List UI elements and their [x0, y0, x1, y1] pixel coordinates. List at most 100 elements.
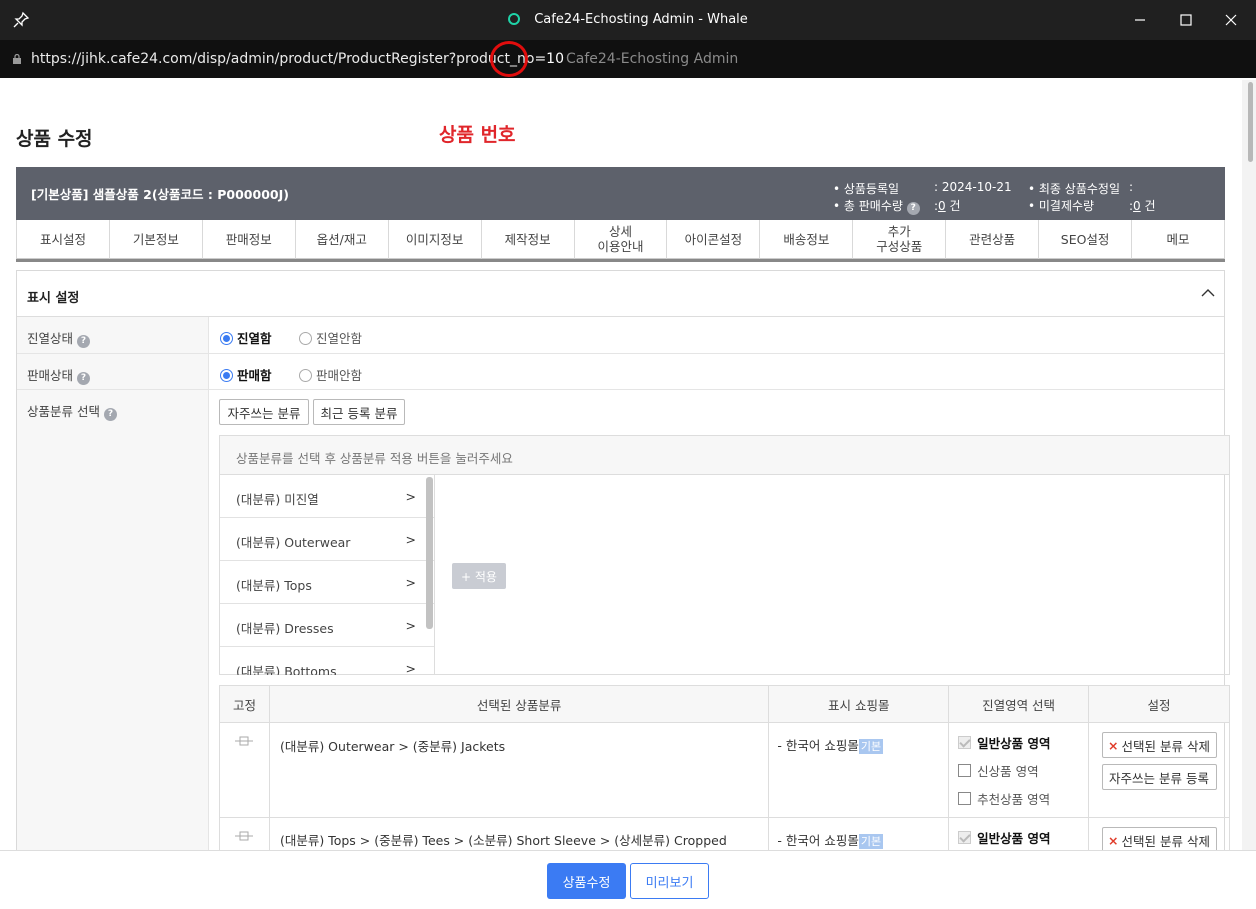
category-item[interactable]: (대분류) Dresses > — [220, 604, 434, 647]
column-header: 선택된 상품분류 — [268, 685, 770, 723]
tab-display[interactable]: 표시설정 — [16, 220, 110, 259]
radio-sale-on[interactable]: 판매함 — [220, 365, 272, 384]
chevron-up-icon[interactable] — [1200, 285, 1216, 301]
tab-options-stock[interactable]: 옵션/재고 — [295, 220, 389, 259]
reg-date-label: • 상품등록일 — [833, 182, 900, 196]
area-checkbox[interactable]: 일반상품 영역 — [958, 823, 1079, 850]
help-icon[interactable]: ? — [103, 408, 117, 421]
section-title: 표시 설정 — [27, 291, 80, 306]
tab-production-info[interactable]: 제작정보 — [481, 220, 575, 259]
window-title: Cafe24-Echosting Admin - Whale — [0, 12, 1256, 27]
radio-sale-off[interactable]: 판매안함 — [299, 365, 362, 384]
tab-image-info[interactable]: 이미지정보 — [388, 220, 482, 259]
chevron-right-icon: > — [405, 618, 416, 633]
tab-seo[interactable]: SEO설정 — [1039, 220, 1133, 259]
area-checkbox[interactable]: 추천상품 영역 — [958, 784, 1079, 812]
page-title: 상품 수정 — [16, 128, 93, 150]
url-text[interactable]: https://jihk.cafe24.com/disp/admin/produ… — [31, 51, 738, 67]
tab-memo[interactable]: 메모 — [1132, 220, 1225, 259]
radio-display-on[interactable]: 진열함 — [220, 328, 272, 347]
area-checkbox[interactable]: 일반상품 영역 — [958, 728, 1079, 756]
table-row: (대분류) Tops > (중분류) Tees > (소분류) Short Sl… — [219, 817, 1230, 850]
column-header: 진열영역 선택 — [948, 685, 1089, 723]
last-modified-value: : — [1129, 180, 1134, 194]
category-scrollbar[interactable] — [426, 477, 433, 629]
chevron-right-icon: > — [405, 532, 416, 547]
admin-page: 상품 수정 상품 번호 [기본상품] 샘플상품 2(상품코드 : P000000… — [0, 80, 1242, 850]
minimize-icon[interactable] — [1128, 8, 1152, 32]
unpaid-label: • 미결제수량 — [1028, 199, 1095, 213]
close-icon[interactable] — [1219, 8, 1243, 32]
category-item[interactable]: (대분류) Outerwear > — [220, 518, 434, 561]
apply-category-button[interactable]: + 적용 — [452, 563, 506, 589]
category-list: (대분류) 미진열 > (대분류) Outerwear > (대분류) Tops > … — [220, 475, 435, 675]
display-mall: - 한국어 쇼핑몰 기본 — [768, 722, 950, 818]
display-status-row: 진열상태 ? 진열함 진열안함 — [17, 317, 1224, 354]
tab-detail-guide[interactable]: 상세 이용안내 — [574, 220, 668, 259]
column-header: 표시 쇼핑몰 — [768, 685, 950, 723]
table-header-row: 고정 선택된 상품분류 표시 쇼핑몰 진열영역 선택 설정 — [219, 685, 1230, 723]
browser-window: Cafe24-Echosting Admin - Whale https://j… — [0, 0, 1256, 909]
chevron-right-icon: > — [405, 661, 416, 675]
tab-sales-info[interactable]: 판매정보 — [202, 220, 296, 259]
close-icon: × — [1108, 737, 1119, 753]
section-header[interactable]: 표시 설정 — [17, 271, 1224, 317]
tab-icon-settings[interactable]: 아이콘설정 — [667, 220, 761, 259]
help-icon[interactable]: ? — [906, 202, 920, 215]
last-modified-label: • 최종 상품수정일 — [1028, 182, 1120, 196]
lock-icon — [13, 54, 21, 64]
tab-shipping-info[interactable]: 배송정보 — [760, 220, 854, 259]
total-sales-value[interactable]: :0 건 — [934, 197, 961, 214]
unpaid-value[interactable]: :0 건 — [1129, 197, 1156, 214]
maximize-icon[interactable] — [1174, 8, 1198, 32]
table-row: (대분류) Outerwear > (중분류) Jackets - 한국어 쇼핑… — [219, 722, 1230, 818]
title-bar: Cafe24-Echosting Admin - Whale — [0, 0, 1256, 40]
sale-status-row: 판매상태 ? 판매함 판매안함 — [17, 354, 1224, 390]
help-icon[interactable]: ? — [77, 372, 90, 385]
delete-category-button[interactable]: × 선택된 분류 삭제 — [1101, 732, 1217, 758]
total-sales-label: • 총 판매수량 ? — [833, 197, 920, 215]
reg-date-value: : 2024-10-21 — [934, 180, 1012, 194]
selected-category-table: 고정 선택된 상품분류 표시 쇼핑몰 진열영역 선택 설정 (대분류) Oute… — [219, 685, 1230, 850]
column-header: 고정 — [219, 685, 270, 723]
sale-status-label: 판매상태 ? — [17, 354, 209, 389]
product-summary-bar: [기본상품] 샘플상품 2(상품코드 : P000000J) • 상품등록일 :… — [16, 167, 1225, 220]
register-frequent-button[interactable]: 자주쓰는 분류 등록 — [1101, 764, 1217, 790]
delete-category-button[interactable]: × 선택된 분류 삭제 — [1101, 827, 1217, 850]
action-footer: 상품수정 미리보기 — [0, 850, 1256, 909]
chevron-right-icon: > — [405, 575, 416, 590]
tab-additional-products[interactable]: 추가 구성상품 — [853, 220, 947, 259]
category-item[interactable]: (대분류) Tops > — [220, 561, 434, 604]
display-mall: - 한국어 쇼핑몰 기본 — [768, 817, 950, 850]
chevron-right-icon: > — [405, 489, 416, 504]
default-badge: 기본 — [858, 739, 884, 754]
section-tabs: 표시설정 기본정보 판매정보 옵션/재고 이미지정보 제작정보 상세 이용안내 아… — [16, 220, 1225, 262]
area-checkbox[interactable]: 신상품 영역 — [958, 756, 1079, 784]
url-product-param: =10 — [534, 51, 564, 67]
pin-icon[interactable] — [234, 735, 254, 747]
radio-display-off[interactable]: 진열안함 — [299, 328, 362, 347]
pin-icon[interactable] — [234, 830, 254, 842]
page-scrollbar[interactable] — [1242, 80, 1256, 850]
product-name: [기본상품] 샘플상품 2(상품코드 : P000000J) — [31, 187, 289, 202]
help-icon[interactable]: ? — [77, 335, 90, 348]
category-picker: 상품분류를 선택 후 상품분류 적용 버튼을 눌러주세요 (대분류) 미진열 > … — [219, 435, 1230, 675]
frequent-category-button[interactable]: 자주쓰는 분류 — [219, 399, 309, 425]
address-bar[interactable]: https://jihk.cafe24.com/disp/admin/produ… — [0, 40, 1256, 78]
category-hint: 상품분류를 선택 후 상품분류 적용 버튼을 눌러주세요 — [220, 436, 1229, 475]
annotation-label: 상품 번호 — [439, 124, 516, 146]
category-label: 상품분류 선택 ? — [17, 390, 209, 850]
display-status-label: 진열상태 ? — [17, 317, 209, 353]
category-item[interactable]: (대분류) 미진열 > — [220, 475, 434, 518]
category-path: (대분류) Outerwear > (중분류) Jackets — [268, 722, 770, 818]
recent-category-button[interactable]: 최근 등록 분류 — [313, 399, 405, 425]
tab-related-products[interactable]: 관련상품 — [946, 220, 1040, 259]
display-settings-section: 표시 설정 진열상태 ? 진열함 진열안함 판매상태 ? 판매함 판매안함 상품… — [16, 270, 1230, 850]
tab-basic-info[interactable]: 기본정보 — [109, 220, 203, 259]
save-product-button[interactable]: 상품수정 — [547, 863, 626, 899]
highlight-circle — [490, 41, 528, 77]
category-item[interactable]: (대분류) Bottoms > — [220, 647, 434, 675]
preview-button[interactable]: 미리보기 — [630, 863, 709, 899]
default-badge: 기본 — [858, 834, 884, 849]
page-scrollbar-thumb[interactable] — [1248, 82, 1253, 162]
